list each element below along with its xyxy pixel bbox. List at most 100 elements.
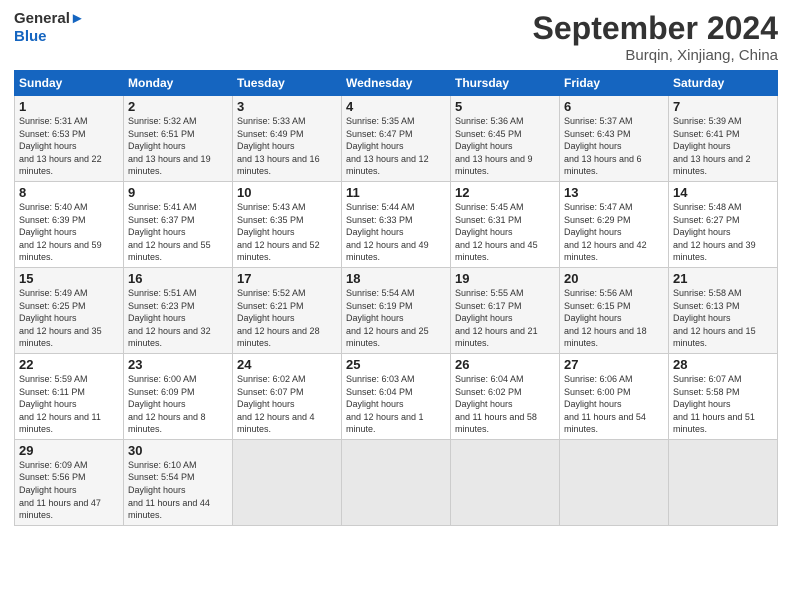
header-monday: Monday — [124, 71, 233, 96]
day-info: Sunrise: 5:31 AMSunset: 6:53 PMDaylight … — [19, 115, 119, 178]
day-cell: 29 Sunrise: 6:09 AMSunset: 5:56 PMDaylig… — [15, 439, 124, 525]
day-number: 14 — [673, 185, 773, 200]
day-cell: 24 Sunrise: 6:02 AMSunset: 6:07 PMDaylig… — [233, 353, 342, 439]
week-row: 15 Sunrise: 5:49 AMSunset: 6:25 PMDaylig… — [15, 267, 778, 353]
day-number: 10 — [237, 185, 337, 200]
day-number: 4 — [346, 99, 446, 114]
day-number: 1 — [19, 99, 119, 114]
day-cell: 20 Sunrise: 5:56 AMSunset: 6:15 PMDaylig… — [560, 267, 669, 353]
day-number: 16 — [128, 271, 228, 286]
day-info: Sunrise: 6:09 AMSunset: 5:56 PMDaylight … — [19, 459, 119, 522]
day-number: 19 — [455, 271, 555, 286]
week-row: 8 Sunrise: 5:40 AMSunset: 6:39 PMDayligh… — [15, 181, 778, 267]
day-info: Sunrise: 5:35 AMSunset: 6:47 PMDaylight … — [346, 115, 446, 178]
day-number: 11 — [346, 185, 446, 200]
day-cell: 16 Sunrise: 5:51 AMSunset: 6:23 PMDaylig… — [124, 267, 233, 353]
day-cell: 23 Sunrise: 6:00 AMSunset: 6:09 PMDaylig… — [124, 353, 233, 439]
day-info: Sunrise: 5:32 AMSunset: 6:51 PMDaylight … — [128, 115, 228, 178]
day-number: 24 — [237, 357, 337, 372]
week-row: 22 Sunrise: 5:59 AMSunset: 6:11 PMDaylig… — [15, 353, 778, 439]
day-number: 25 — [346, 357, 446, 372]
calendar-table: Sunday Monday Tuesday Wednesday Thursday… — [14, 70, 778, 526]
day-info: Sunrise: 5:59 AMSunset: 6:11 PMDaylight … — [19, 373, 119, 436]
day-number: 3 — [237, 99, 337, 114]
day-info: Sunrise: 5:47 AMSunset: 6:29 PMDaylight … — [564, 201, 664, 264]
day-number: 15 — [19, 271, 119, 286]
week-row: 1 Sunrise: 5:31 AMSunset: 6:53 PMDayligh… — [15, 96, 778, 182]
weekday-header-row: Sunday Monday Tuesday Wednesday Thursday… — [15, 71, 778, 96]
day-info: Sunrise: 5:49 AMSunset: 6:25 PMDaylight … — [19, 287, 119, 350]
day-info: Sunrise: 5:58 AMSunset: 6:13 PMDaylight … — [673, 287, 773, 350]
day-cell: 10 Sunrise: 5:43 AMSunset: 6:35 PMDaylig… — [233, 181, 342, 267]
header: General► Blue September 2024 Burqin, Xin… — [14, 10, 778, 64]
day-cell: 21 Sunrise: 5:58 AMSunset: 6:13 PMDaylig… — [669, 267, 778, 353]
day-info: Sunrise: 5:52 AMSunset: 6:21 PMDaylight … — [237, 287, 337, 350]
day-info: Sunrise: 6:02 AMSunset: 6:07 PMDaylight … — [237, 373, 337, 436]
day-cell: 26 Sunrise: 6:04 AMSunset: 6:02 PMDaylig… — [451, 353, 560, 439]
logo: General► Blue — [14, 10, 85, 46]
day-cell: 13 Sunrise: 5:47 AMSunset: 6:29 PMDaylig… — [560, 181, 669, 267]
day-info: Sunrise: 5:54 AMSunset: 6:19 PMDaylight … — [346, 287, 446, 350]
day-number: 12 — [455, 185, 555, 200]
day-number: 6 — [564, 99, 664, 114]
day-number: 30 — [128, 443, 228, 458]
header-friday: Friday — [560, 71, 669, 96]
day-number: 8 — [19, 185, 119, 200]
day-number: 27 — [564, 357, 664, 372]
title-block: September 2024 Burqin, Xinjiang, China — [533, 10, 778, 64]
day-number: 5 — [455, 99, 555, 114]
day-cell: 6 Sunrise: 5:37 AMSunset: 6:43 PMDayligh… — [560, 96, 669, 182]
day-info: Sunrise: 5:45 AMSunset: 6:31 PMDaylight … — [455, 201, 555, 264]
day-cell: 3 Sunrise: 5:33 AMSunset: 6:49 PMDayligh… — [233, 96, 342, 182]
empty-cell — [560, 439, 669, 525]
day-info: Sunrise: 5:37 AMSunset: 6:43 PMDaylight … — [564, 115, 664, 178]
location-subtitle: Burqin, Xinjiang, China — [533, 47, 778, 64]
day-info: Sunrise: 6:07 AMSunset: 5:58 PMDaylight … — [673, 373, 773, 436]
day-info: Sunrise: 5:36 AMSunset: 6:45 PMDaylight … — [455, 115, 555, 178]
day-cell: 7 Sunrise: 5:39 AMSunset: 6:41 PMDayligh… — [669, 96, 778, 182]
header-thursday: Thursday — [451, 71, 560, 96]
header-tuesday: Tuesday — [233, 71, 342, 96]
day-info: Sunrise: 5:55 AMSunset: 6:17 PMDaylight … — [455, 287, 555, 350]
calendar-container: General► Blue September 2024 Burqin, Xin… — [0, 0, 792, 536]
day-number: 28 — [673, 357, 773, 372]
day-info: Sunrise: 5:33 AMSunset: 6:49 PMDaylight … — [237, 115, 337, 178]
day-cell: 27 Sunrise: 6:06 AMSunset: 6:00 PMDaylig… — [560, 353, 669, 439]
month-title: September 2024 — [533, 10, 778, 47]
day-number: 7 — [673, 99, 773, 114]
day-number: 9 — [128, 185, 228, 200]
header-sunday: Sunday — [15, 71, 124, 96]
day-number: 20 — [564, 271, 664, 286]
day-number: 13 — [564, 185, 664, 200]
day-info: Sunrise: 6:03 AMSunset: 6:04 PMDaylight … — [346, 373, 446, 436]
day-info: Sunrise: 6:10 AMSunset: 5:54 PMDaylight … — [128, 459, 228, 522]
day-number: 21 — [673, 271, 773, 286]
day-cell: 22 Sunrise: 5:59 AMSunset: 6:11 PMDaylig… — [15, 353, 124, 439]
day-cell: 12 Sunrise: 5:45 AMSunset: 6:31 PMDaylig… — [451, 181, 560, 267]
day-cell: 4 Sunrise: 5:35 AMSunset: 6:47 PMDayligh… — [342, 96, 451, 182]
day-info: Sunrise: 5:48 AMSunset: 6:27 PMDaylight … — [673, 201, 773, 264]
day-number: 2 — [128, 99, 228, 114]
week-row: 29 Sunrise: 6:09 AMSunset: 5:56 PMDaylig… — [15, 439, 778, 525]
day-cell: 14 Sunrise: 5:48 AMSunset: 6:27 PMDaylig… — [669, 181, 778, 267]
day-cell: 9 Sunrise: 5:41 AMSunset: 6:37 PMDayligh… — [124, 181, 233, 267]
day-info: Sunrise: 6:00 AMSunset: 6:09 PMDaylight … — [128, 373, 228, 436]
day-cell: 2 Sunrise: 5:32 AMSunset: 6:51 PMDayligh… — [124, 96, 233, 182]
day-cell: 11 Sunrise: 5:44 AMSunset: 6:33 PMDaylig… — [342, 181, 451, 267]
empty-cell — [451, 439, 560, 525]
header-wednesday: Wednesday — [342, 71, 451, 96]
day-number: 23 — [128, 357, 228, 372]
empty-cell — [669, 439, 778, 525]
day-cell: 15 Sunrise: 5:49 AMSunset: 6:25 PMDaylig… — [15, 267, 124, 353]
day-number: 18 — [346, 271, 446, 286]
day-cell: 19 Sunrise: 5:55 AMSunset: 6:17 PMDaylig… — [451, 267, 560, 353]
day-info: Sunrise: 5:40 AMSunset: 6:39 PMDaylight … — [19, 201, 119, 264]
day-cell: 17 Sunrise: 5:52 AMSunset: 6:21 PMDaylig… — [233, 267, 342, 353]
day-info: Sunrise: 5:44 AMSunset: 6:33 PMDaylight … — [346, 201, 446, 264]
day-number: 29 — [19, 443, 119, 458]
header-saturday: Saturday — [669, 71, 778, 96]
day-number: 17 — [237, 271, 337, 286]
day-cell: 18 Sunrise: 5:54 AMSunset: 6:19 PMDaylig… — [342, 267, 451, 353]
day-info: Sunrise: 5:39 AMSunset: 6:41 PMDaylight … — [673, 115, 773, 178]
day-info: Sunrise: 5:43 AMSunset: 6:35 PMDaylight … — [237, 201, 337, 264]
